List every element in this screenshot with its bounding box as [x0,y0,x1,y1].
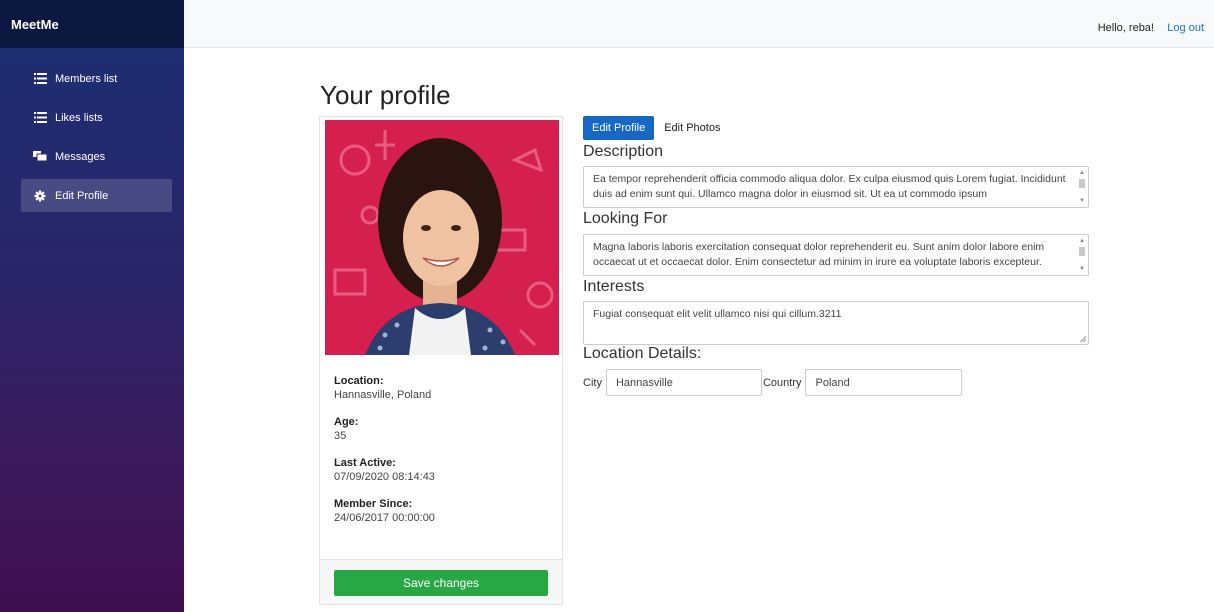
list-icon [33,73,47,85]
profile-details: Location: Hannasville, Poland Age: 35 La… [334,374,554,538]
description-heading: Description [583,143,664,160]
country-value: Poland [815,376,850,389]
sidebar-item-members-list[interactable]: Members list [21,62,172,95]
detail-label: Location: [334,375,384,387]
save-changes-button[interactable]: Save changes [334,570,548,596]
scroll-thumb[interactable] [1079,247,1085,256]
sidebar-item-label: Likes lists [55,111,103,124]
location-row: City Hannasville Country Poland [583,369,963,396]
profile-photo [325,120,559,355]
looking-for-text: Magna laboris laboris exercitation conse… [593,241,1045,268]
tab-edit-profile[interactable]: Edit Profile [583,116,655,140]
interests-text: Fugiat consequat elit velit ullamco nisi… [593,308,842,320]
description-textarea[interactable]: Ea tempor reprehenderit officia commodo … [583,166,1089,208]
page-title: Your profile [320,80,451,110]
location-heading: Location Details: [583,345,702,362]
profile-card: Location: Hannasville, Poland Age: 35 La… [319,116,563,605]
detail-value: 24/06/2017 00:00:00 [334,512,435,524]
detail-location: Location: Hannasville, Poland [334,374,554,402]
scroll-down-icon[interactable]: ▼ [1079,198,1085,204]
greeting-text: Hello, reba! [1097,22,1154,34]
detail-age: Age: 35 [334,415,554,443]
country-label: Country [762,376,802,389]
top-navbar: Hello, reba! Log out [184,0,1214,48]
tab-edit-photos[interactable]: Edit Photos [654,116,730,140]
scroll-down-icon[interactable]: ▼ [1079,266,1085,272]
sidebar-item-label: Edit Profile [55,189,109,202]
detail-last-active: Last Active: 07/09/2020 08:14:43 [334,456,554,484]
sidebar: MeetMe Members list Likes lists Messages… [0,0,184,612]
sidebar-item-likes-lists[interactable]: Likes lists [21,101,172,134]
messages-icon [33,151,47,163]
scroll-up-icon[interactable]: ▲ [1079,238,1085,244]
gear-icon [33,190,47,202]
country-input[interactable]: Poland [805,369,963,396]
brand-logo[interactable]: MeetMe [0,0,184,48]
logout-link[interactable]: Log out [1167,22,1204,34]
sidebar-item-label: Members list [55,72,118,85]
city-value: Hannasville [615,376,673,389]
detail-value: Hannasville, Poland [334,389,432,401]
detail-label: Last Active: [334,457,396,469]
detail-value: 07/09/2020 08:14:43 [334,471,435,483]
detail-label: Member Since: [334,498,413,510]
sidebar-item-edit-profile[interactable]: Edit Profile [21,179,172,212]
detail-member-since: Member Since: 24/06/2017 00:00:00 [334,497,554,525]
detail-label: Age: [334,416,359,428]
city-label: City [583,376,602,389]
profile-tabs: Edit Profile Edit Photos [583,116,730,140]
list-icon [33,112,47,124]
interests-heading: Interests [583,278,645,295]
scroll-up-icon[interactable]: ▲ [1079,170,1085,176]
scroll-thumb[interactable] [1079,179,1085,188]
detail-value: 35 [334,430,347,442]
looking-for-heading: Looking For [583,210,668,227]
sidebar-item-label: Messages [55,150,106,163]
card-footer: Save changes [320,559,562,604]
looking-for-scrollbar[interactable]: ▲ ▼ [1078,238,1086,272]
looking-for-textarea[interactable]: Magna laboris laboris exercitation conse… [583,234,1089,276]
interests-textarea[interactable]: Fugiat consequat elit velit ullamco nisi… [583,301,1089,345]
city-input[interactable]: Hannasville [605,369,762,396]
description-scrollbar[interactable]: ▲ ▼ [1078,170,1086,204]
sidebar-nav: Members list Likes lists Messages Edit P… [0,48,184,212]
sidebar-item-messages[interactable]: Messages [21,140,172,173]
description-text: Ea tempor reprehenderit officia commodo … [593,173,1066,200]
resize-handle-icon[interactable] [1080,336,1086,342]
